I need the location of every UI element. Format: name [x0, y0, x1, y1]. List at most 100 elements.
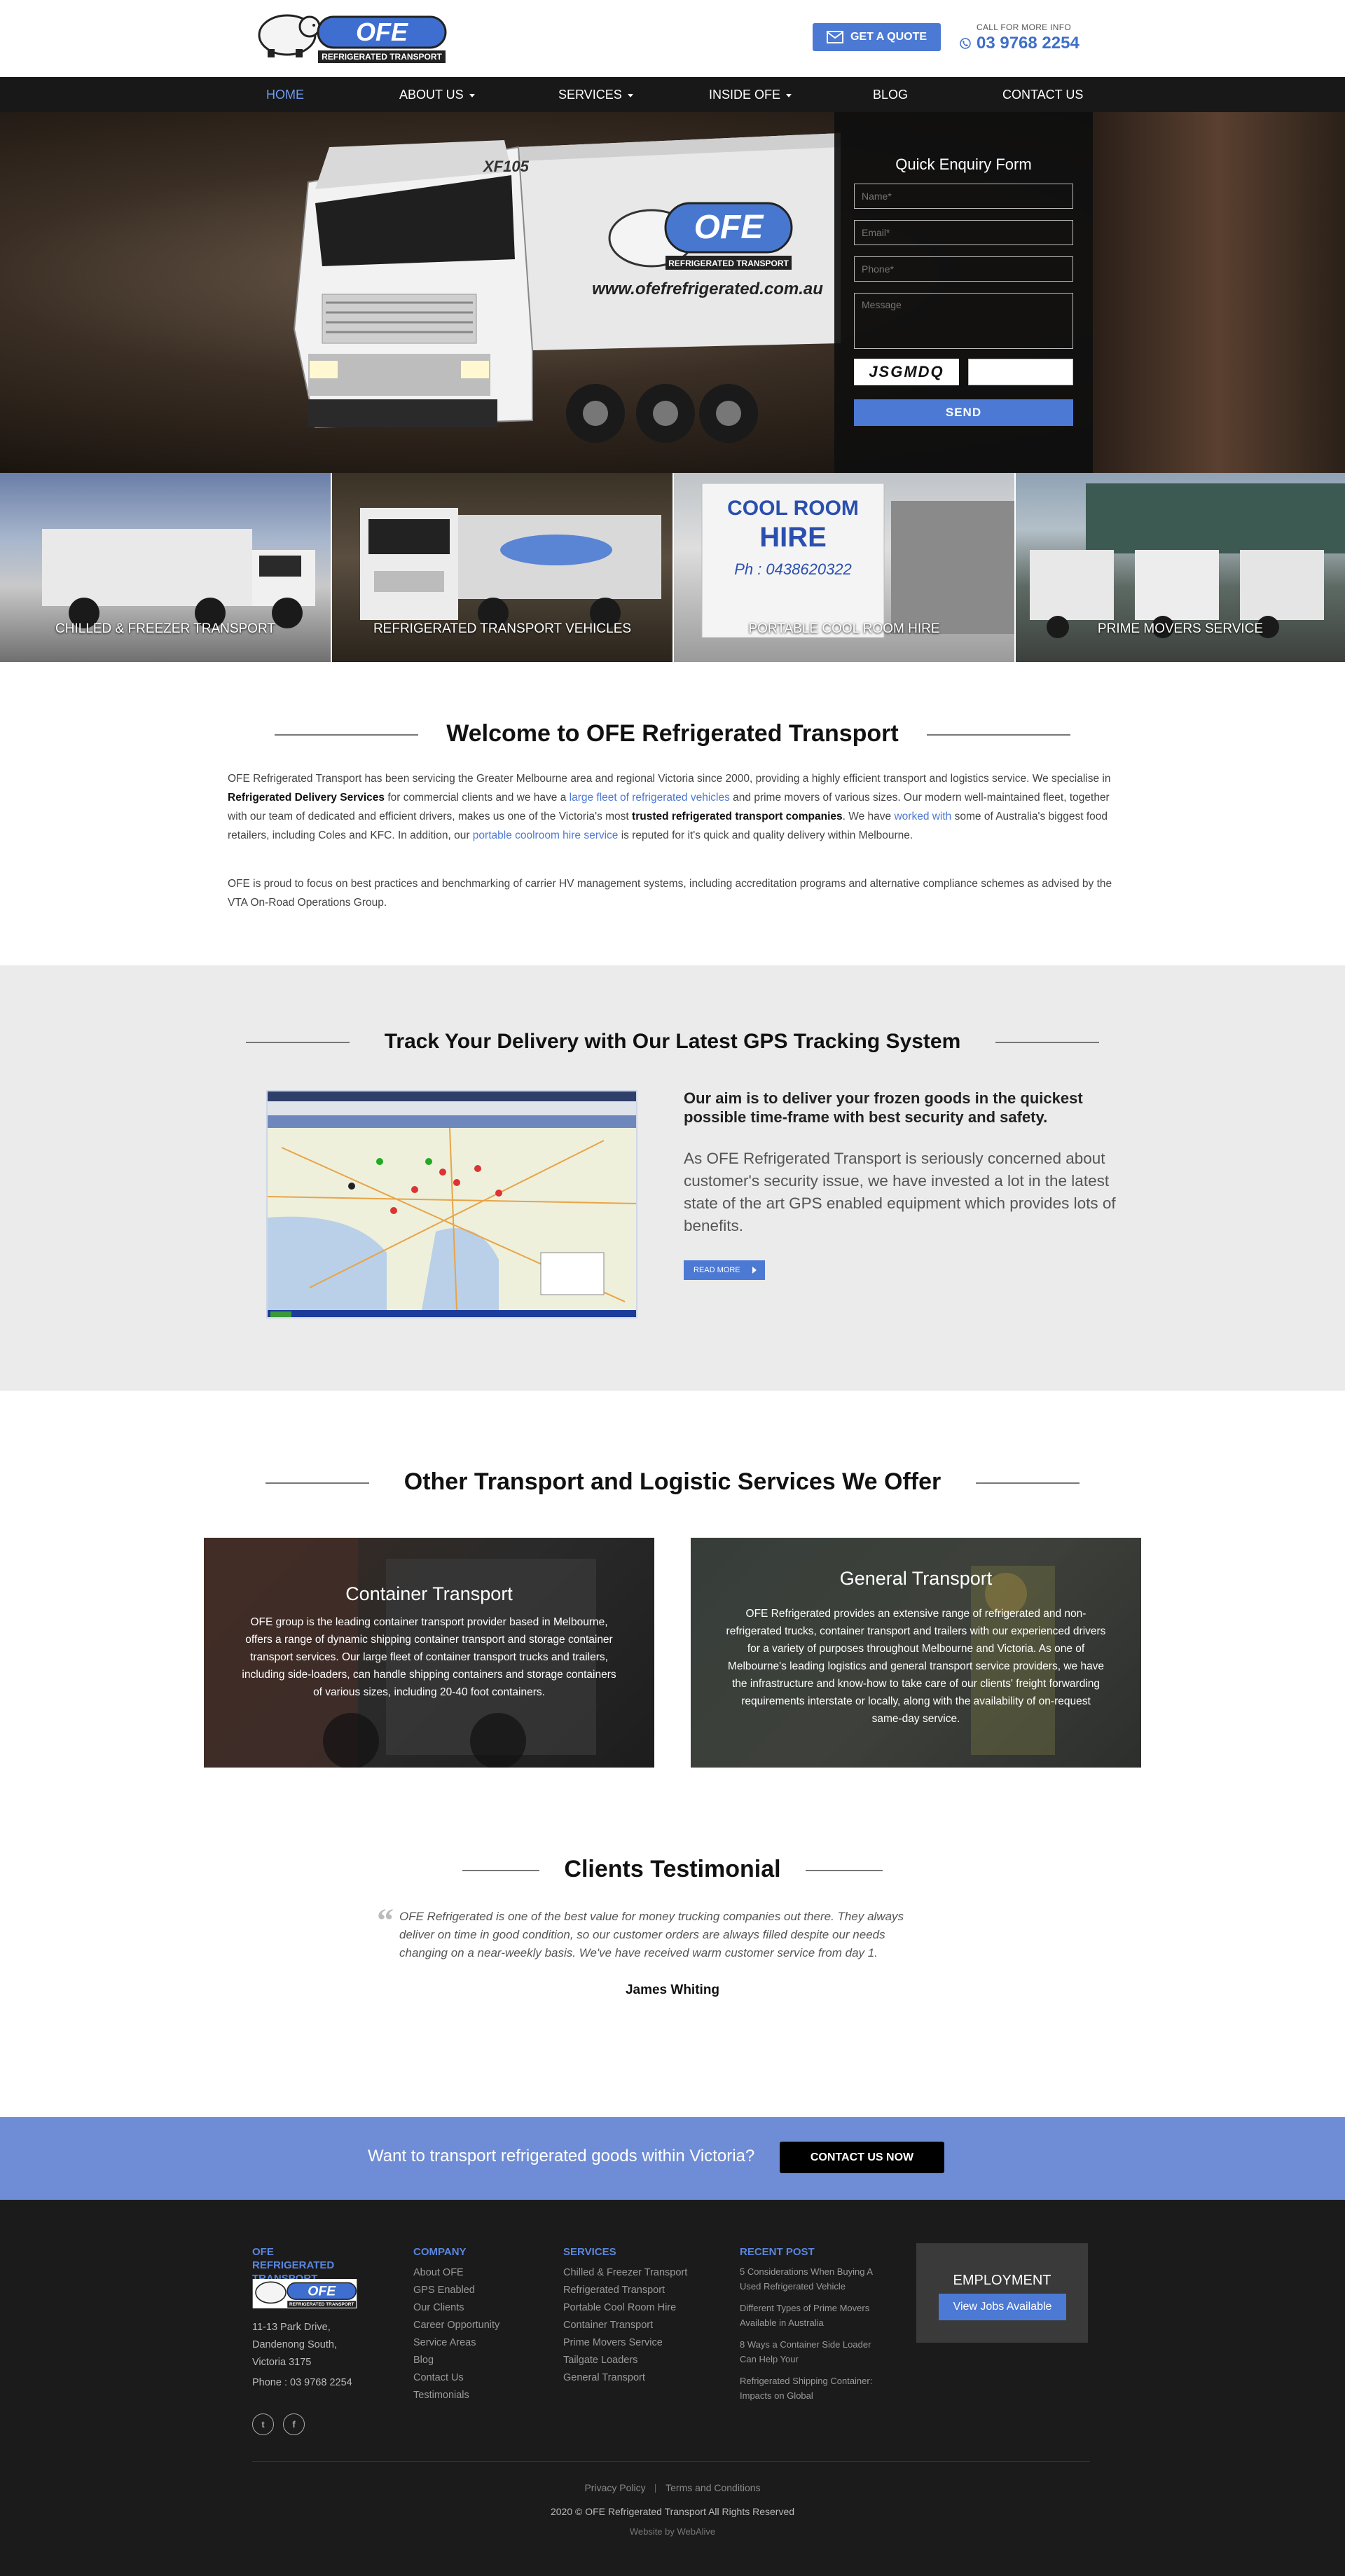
send-button[interactable]: SEND [854, 399, 1073, 426]
footer-link[interactable]: Testimonials [413, 2387, 499, 2404]
phone-input[interactable] [854, 256, 1073, 282]
footer-link[interactable]: Blog [413, 2352, 499, 2369]
nav-about-us[interactable]: ABOUT US [399, 77, 475, 112]
nav-inside-ofe[interactable]: INSIDE OFE [709, 77, 792, 112]
footer-phone: Phone : 03 9768 2254 [252, 2377, 352, 2388]
footer-link[interactable]: Tailgate Loaders [563, 2352, 687, 2369]
contact-us-now-button[interactable]: CONTACT US NOW [780, 2142, 944, 2173]
quote-icon: “ [377, 1902, 394, 1939]
footer-recent-heading: RECENT POST [740, 2246, 815, 2258]
gps-body-text: As OFE Refrigerated Transport is serious… [684, 1150, 1116, 1234]
footer-link[interactable]: About OFE [413, 2264, 499, 2282]
welcome-paragraph-1: OFE Refrigerated Transport has been serv… [228, 769, 1117, 845]
container-transport-card[interactable]: Container Transport OFE group is the lea… [204, 1538, 654, 1768]
logo-text: OFE [356, 18, 408, 46]
footer-link[interactable]: Career Opportunity [413, 2317, 499, 2334]
cta-banner: Want to transport refrigerated goods wit… [0, 2117, 1345, 2200]
footer-services-heading: SERVICES [563, 2246, 616, 2258]
nav-contact-us[interactable]: CONTACT US [1002, 77, 1083, 112]
truck-image: OFE REFRIGERATED TRANSPORT www.ofefrefri… [293, 133, 841, 443]
nav-services-label: SERVICES [558, 88, 622, 102]
nav-services[interactable]: SERVICES [558, 77, 633, 112]
link-separator [655, 2484, 656, 2493]
nav-home[interactable]: HOME [266, 77, 304, 112]
recent-post-link[interactable]: 8 Ways a Container Side Loader Can Help … [740, 2337, 880, 2367]
logo-subtitle: REFRIGERATED TRANSPORT [322, 52, 442, 62]
text-run-bold: trusted refrigerated transport companies [632, 811, 843, 822]
recent-post-link[interactable]: Different Types of Prime Movers Availabl… [740, 2301, 880, 2330]
site-footer: OFE REFRIGERATED TRANSPORT OFE REFRIGERA… [0, 2200, 1345, 2576]
card-title: General Transport [839, 1568, 993, 1589]
cta-text: Want to transport refrigerated goods wit… [368, 2147, 755, 2165]
trailer-logo-sub: REFRIGERATED TRANSPORT [668, 259, 789, 268]
nav-contact-label: CONTACT US [1002, 88, 1084, 102]
footer-logo[interactable]: OFE REFRIGERATED TRANSPORT [252, 2279, 357, 2308]
recent-post-link[interactable]: Refrigerated Shipping Container: Impacts… [740, 2374, 880, 2403]
card-text: OFE Refrigerated provides an extensive r… [726, 1608, 1106, 1725]
site-header: OFE REFRIGERATED TRANSPORT GET A QUOTE C… [0, 0, 1345, 77]
name-input[interactable] [854, 184, 1073, 209]
footer-link[interactable]: Prime Movers Service [563, 2334, 687, 2352]
services-heading: Other Transport and Logistic Services We… [0, 1468, 1345, 1496]
worked-with-link[interactable]: worked with [894, 811, 951, 822]
nav-blog[interactable]: BLOG [873, 77, 908, 112]
tile-label: PRIME MOVERS SERVICE [1097, 621, 1264, 636]
chevron-down-icon [469, 93, 475, 97]
footer-link[interactable]: Service Areas [413, 2334, 499, 2352]
footer-legal-links: Privacy Policy Terms and Conditions [0, 2482, 1345, 2493]
twitter-icon[interactable]: t [252, 2413, 274, 2435]
terms-link[interactable]: Terms and Conditions [665, 2482, 760, 2493]
header-phone-number: 03 9768 2254 [977, 34, 1080, 53]
testimonial-quote: OFE Refrigerated is one of the best valu… [399, 1910, 904, 1959]
tile-refrigerated-vehicles[interactable]: REFRIGERATED TRANSPORT VEHICLES [332, 473, 672, 662]
enquiry-title: Quick Enquiry Form [895, 156, 1032, 173]
nav-inside-label: INSIDE OFE [709, 88, 781, 102]
tile-chilled-freezer[interactable]: CHILLED & FREEZER TRANSPORT [0, 473, 331, 662]
fleet-link[interactable]: large fleet of refrigerated vehicles [570, 792, 730, 804]
email-input[interactable] [854, 220, 1073, 245]
footer-logo-subtitle: REFRIGERATED TRANSPORT [289, 2302, 354, 2307]
header-phone[interactable]: 03 9768 2254 [960, 34, 1080, 53]
get-a-quote-button[interactable]: GET A QUOTE [813, 23, 941, 51]
service-tiles: CHILLED & FREEZER TRANSPORT REFRIGERATED… [0, 473, 1345, 662]
tile-cool-room-hire[interactable]: COOL ROOM HIRE Ph : 0438620322 PORTABLE … [674, 473, 1014, 662]
testimonial-title: Clients Testimonial [564, 1856, 781, 1882]
footer-link[interactable]: GPS Enabled [413, 2282, 499, 2299]
footer-link[interactable]: Container Transport [563, 2317, 687, 2334]
message-input[interactable] [854, 293, 1073, 349]
view-jobs-button[interactable]: View Jobs Available [939, 2294, 1066, 2320]
divider-line [995, 1042, 1100, 1044]
quote-button-label: GET A QUOTE [850, 31, 927, 43]
captcha-input[interactable] [968, 359, 1073, 385]
chevron-down-icon [786, 93, 792, 97]
nav-home-label: HOME [266, 88, 304, 102]
read-more-button[interactable]: READ MORE [684, 1260, 765, 1280]
footer-services-list: Chilled & Freezer Transport Refrigerated… [563, 2264, 687, 2387]
footer-link[interactable]: Refrigerated Transport [563, 2282, 687, 2299]
gps-heading: Track Your Delivery with Our Latest GPS … [0, 1030, 1345, 1054]
coolroom-sign-phone: Ph : 0438620322 [734, 560, 852, 578]
divider-line [926, 734, 1070, 736]
website-credit[interactable]: Website by WebAlive [0, 2526, 1345, 2537]
divider-line [245, 1042, 350, 1044]
general-transport-card[interactable]: General Transport OFE Refrigerated provi… [691, 1538, 1141, 1768]
coolroom-hire-link[interactable]: portable coolroom hire service [473, 829, 619, 841]
divider-line [805, 1870, 883, 1872]
trailer-url: www.ofefrefrigerated.com.au [592, 280, 823, 298]
chevron-down-icon [627, 93, 633, 97]
address-line: Victoria 3175 [252, 2357, 312, 2368]
footer-link[interactable]: Chilled & Freezer Transport [563, 2264, 687, 2282]
footer-link[interactable]: General Transport [563, 2369, 687, 2387]
privacy-policy-link[interactable]: Privacy Policy [584, 2482, 645, 2493]
footer-link[interactable]: Portable Cool Room Hire [563, 2299, 687, 2317]
footer-link[interactable]: Contact Us [413, 2369, 499, 2387]
footer-link[interactable]: Our Clients [413, 2299, 499, 2317]
company-logo[interactable]: OFE REFRIGERATED TRANSPORT [254, 10, 447, 64]
text-run: is reputed for it's quick and quality de… [618, 829, 913, 841]
tile-prime-movers[interactable]: PRIME MOVERS SERVICE [1016, 473, 1345, 662]
facebook-icon[interactable]: f [283, 2413, 305, 2435]
recent-post-link[interactable]: 5 Considerations When Buying A Used Refr… [740, 2264, 880, 2294]
copyright: 2020 © OFE Refrigerated Transport All Ri… [550, 2506, 795, 2517]
welcome-heading: Welcome to OFE Refrigerated Transport [0, 720, 1345, 748]
welcome-title: Welcome to OFE Refrigerated Transport [446, 720, 899, 747]
